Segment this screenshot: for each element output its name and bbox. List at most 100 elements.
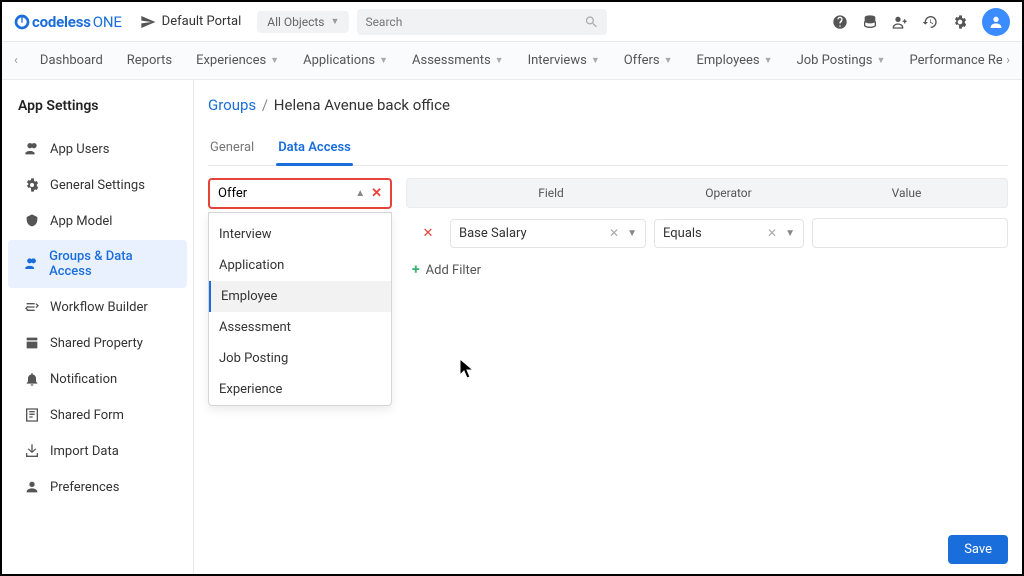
sidebar-item-import-data[interactable]: Import Data	[8, 434, 187, 468]
nav-employees[interactable]: Employees▼	[685, 53, 785, 68]
tab-general[interactable]: General	[208, 134, 256, 165]
settings-sidebar: App Settings App UsersGeneral Settings Ap…	[2, 80, 194, 574]
sidebar-item-label: Workflow Builder	[50, 300, 148, 315]
filter-value-input[interactable]	[812, 218, 1008, 248]
dropdown-option-application[interactable]: Application	[209, 250, 391, 281]
chevron-down-icon: ▼	[664, 55, 673, 66]
nav-applications[interactable]: Applications▼	[291, 53, 400, 68]
chevron-down-icon: ▼	[379, 55, 388, 66]
nav-assessments[interactable]: Assessments▼	[400, 53, 516, 68]
sidebar-item-notification[interactable]: Notification	[8, 362, 187, 396]
breadcrumb-root[interactable]: Groups	[208, 96, 256, 114]
top-actions	[832, 8, 1010, 36]
dropdown-option-assessment[interactable]: Assessment	[209, 312, 391, 343]
remove-filter-icon[interactable]: ✕	[406, 226, 450, 241]
filter-field-value: Base Salary	[459, 226, 527, 241]
top-header: codelessONE Default Portal All Objects ▼	[2, 2, 1022, 42]
nav-offers[interactable]: Offers▼	[612, 53, 685, 68]
nav-interviews[interactable]: Interviews▼	[516, 53, 612, 68]
breadcrumb-sep: /	[258, 96, 272, 114]
global-search[interactable]	[357, 9, 607, 35]
filter-row: ✕ Base Salary ✕ ▼ Equals ✕ ▼	[406, 218, 1008, 248]
sidebar-item-app-model[interactable]: App Model	[8, 204, 187, 238]
chevron-down-icon[interactable]: ▼	[785, 228, 795, 239]
filter-operator-value: Equals	[663, 226, 702, 241]
chevron-down-icon: ▼	[270, 55, 279, 66]
all-objects-label: All Objects	[267, 15, 324, 29]
sidebar-item-workflow-builder[interactable]: Workflow Builder	[8, 290, 187, 324]
sidebar-item-shared-form[interactable]: Shared Form	[8, 398, 187, 432]
logo-text-sub: ONE	[93, 13, 122, 31]
sidebar-item-general-settings[interactable]: General Settings	[8, 168, 187, 202]
chevron-down-icon: ▼	[495, 55, 504, 66]
sidebar-icon	[24, 335, 40, 351]
nav-job postings[interactable]: Job Postings▼	[785, 53, 898, 68]
sidebar-icon	[24, 141, 40, 157]
sidebar-item-label: Notification	[50, 372, 117, 387]
dropdown-option-job posting[interactable]: Job Posting	[209, 343, 391, 374]
add-filter-label: Add Filter	[426, 263, 481, 278]
user-plus-icon[interactable]	[892, 14, 908, 30]
clear-icon[interactable]: ✕	[609, 226, 619, 240]
sidebar-icon	[24, 407, 40, 423]
nav-experiences[interactable]: Experiences▼	[184, 53, 291, 68]
sidebar-item-label: Shared Property	[50, 336, 143, 351]
app-logo[interactable]: codelessONE	[14, 13, 122, 31]
sidebar-icon	[24, 371, 40, 387]
portal-selector[interactable]: Default Portal	[140, 14, 242, 30]
logo-text-main: codeless	[32, 13, 91, 31]
chevron-down-icon[interactable]: ▼	[627, 228, 637, 239]
sidebar-item-app-users[interactable]: App Users	[8, 132, 187, 166]
sidebar-item-preferences[interactable]: Preferences	[8, 470, 187, 504]
sidebar-icon	[24, 479, 40, 495]
all-objects-selector[interactable]: All Objects ▼	[257, 11, 349, 33]
sidebar-item-groups-data-access[interactable]: Groups & Data Access	[8, 240, 187, 288]
user-icon	[988, 14, 1004, 30]
nav-performance reviews[interactable]: Performance Reviews▼	[897, 53, 1002, 68]
add-filter-button[interactable]: + Add Filter	[412, 262, 1008, 278]
sidebar-item-label: Shared Form	[50, 408, 124, 423]
nav-scroll-right[interactable]: ›	[1002, 53, 1014, 68]
mouse-cursor-icon	[459, 358, 477, 380]
breadcrumb: Groups / Helena Avenue back office	[208, 96, 1008, 134]
filters-header: Field Operator Value	[406, 178, 1008, 208]
search-input[interactable]	[365, 15, 584, 29]
tab-data access[interactable]: Data Access	[276, 134, 353, 165]
plus-icon: +	[412, 262, 420, 278]
sidebar-item-label: Preferences	[50, 480, 119, 495]
logo-icon	[14, 14, 30, 30]
sidebar-icon	[24, 299, 40, 315]
dropdown-option-interview[interactable]: Interview	[209, 219, 391, 250]
history-icon[interactable]	[922, 14, 938, 30]
save-button[interactable]: Save	[948, 535, 1008, 564]
nav-dashboard[interactable]: Dashboard	[22, 53, 115, 68]
database-icon[interactable]	[862, 14, 878, 30]
tabs: General Data Access	[208, 134, 1008, 166]
dropdown-option-employee[interactable]: Employee	[209, 281, 391, 312]
paper-plane-icon	[140, 14, 156, 30]
help-circle-icon[interactable]	[832, 14, 848, 30]
sidebar-item-shared-property[interactable]: Shared Property	[8, 326, 187, 360]
nav-reports[interactable]: Reports	[115, 53, 184, 68]
clear-icon[interactable]: ✕	[767, 226, 777, 240]
object-selector-input[interactable]	[218, 186, 349, 201]
sidebar-icon	[24, 177, 40, 193]
sidebar-item-label: Groups & Data Access	[49, 249, 171, 279]
portal-label: Default Portal	[162, 14, 242, 29]
chevron-down-icon: ▼	[764, 55, 773, 66]
caret-up-icon[interactable]: ▲	[355, 188, 365, 199]
dropdown-option-experience[interactable]: Experience	[209, 374, 391, 405]
clear-icon[interactable]: ✕	[371, 186, 382, 201]
object-selector[interactable]: ▲ ✕ InterviewApplicationEmployeeAssessme…	[208, 178, 392, 209]
sidebar-title: App Settings	[2, 88, 193, 130]
nav-scroll-left[interactable]: ‹	[10, 53, 22, 68]
gear-icon[interactable]	[952, 14, 968, 30]
sidebar-item-label: Import Data	[50, 444, 119, 459]
user-avatar[interactable]	[982, 8, 1010, 36]
filter-field-select[interactable]: Base Salary ✕ ▼	[450, 219, 646, 248]
main-nav: ‹ DashboardReportsExperiences▼Applicatio…	[2, 42, 1022, 80]
header-value: Value	[806, 186, 1007, 200]
sidebar-item-label: App Model	[50, 214, 112, 229]
filters-panel: Field Operator Value ✕ Base Salary ✕ ▼ E…	[406, 178, 1008, 278]
filter-operator-select[interactable]: Equals ✕ ▼	[654, 219, 804, 248]
